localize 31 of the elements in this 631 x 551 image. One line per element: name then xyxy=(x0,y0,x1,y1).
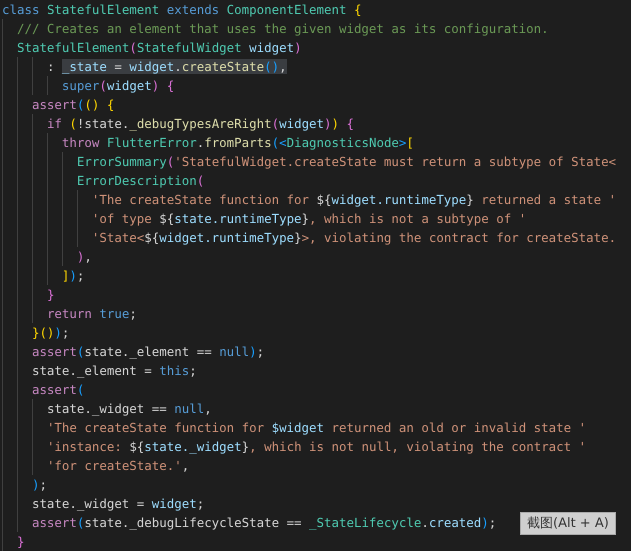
code-line: state._element = this; xyxy=(32,363,197,378)
code-line: ErrorSummary('StatefulWidget.createState must return a subtype of State< xyxy=(76,154,616,169)
code-line: state._widget == null, xyxy=(46,401,212,416)
code-line: class StatefulElement extends ComponentElement { xyxy=(2,2,362,17)
code-line: ErrorDescription( xyxy=(76,173,204,188)
code-line: 'The createState function for $widget returned an old or invalid state ' xyxy=(46,420,586,435)
code-line: /// Creates an element that uses the given widget as its configuration. xyxy=(16,21,549,36)
code-line: assert(() { xyxy=(32,97,114,112)
code-line: 'of type ${state.runtimeType}, which is not a subtype of ' xyxy=(92,211,526,226)
code-line: ), xyxy=(76,249,92,264)
code-line: 'State<${widget.runtimeType}>, violating the contract for createState. xyxy=(92,230,616,245)
code-line: : _state = widget.createState(), xyxy=(46,59,287,74)
code-line: 'The createState function for ${widget.runtimeType} returned a state ' xyxy=(92,192,616,207)
code-line: super(widget) { xyxy=(62,78,174,93)
code-line: state._widget = widget; xyxy=(32,496,204,511)
code-line: 'for createState.', xyxy=(46,458,190,473)
code-line: StatefulElement(StatefulWidget widget) xyxy=(16,40,302,55)
tooltip: 截图(Alt + A) xyxy=(520,512,616,535)
code-line: ]); xyxy=(62,268,84,283)
code-line: return true; xyxy=(46,306,137,321)
code-line: 'instance: ${state._widget}, which is not null, violating the contract ' xyxy=(46,439,586,454)
code-line: ); xyxy=(32,477,47,492)
code-editor[interactable] xyxy=(0,0,631,551)
code-line: }()); xyxy=(32,325,70,340)
code-line: assert(state._element == null); xyxy=(32,344,264,359)
code-line: throw FlutterError.fromParts(<DiagnosticsNode>[ xyxy=(62,135,414,150)
code-line: if (!state._debugTypesAreRight(widget)) { xyxy=(46,116,354,131)
code-line: } xyxy=(46,287,54,302)
code-line: } xyxy=(16,534,24,549)
code-line: assert( xyxy=(32,382,84,397)
code-line: assert(state._debugLifecycleState == _StateLifecycle.created); xyxy=(32,515,496,530)
